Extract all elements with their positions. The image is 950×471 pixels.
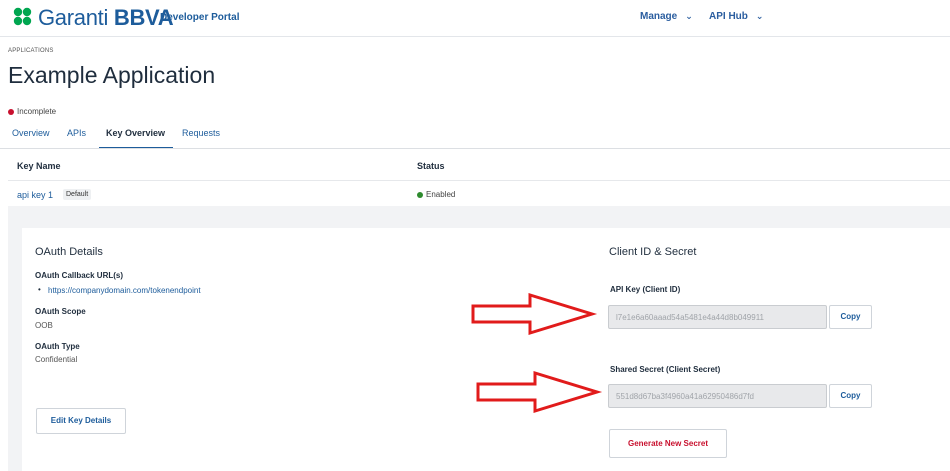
- brand-name[interactable]: Garanti BBVA: [38, 5, 174, 31]
- brand-part-garanti: Garanti: [38, 5, 109, 30]
- top-header: Garanti BBVA Developer Portal Manage ⌄ AP…: [0, 0, 950, 37]
- client-id-secret-heading: Client ID & Secret: [609, 246, 697, 258]
- key-status: Enabled: [417, 190, 455, 199]
- oauth-callback-label: OAuth Callback URL(s): [35, 271, 124, 280]
- tab-key-overview[interactable]: Key Overview: [106, 128, 165, 138]
- oauth-scope-label: OAuth Scope: [35, 307, 86, 316]
- oauth-callback-url[interactable]: https://companydomain.com/tokenendpoint: [48, 286, 201, 295]
- status-dot-icon: [8, 108, 14, 115]
- api-key-label: API Key (Client ID): [610, 285, 681, 294]
- oauth-scope-value: OOB: [35, 321, 53, 330]
- copy-shared-secret-button[interactable]: Copy: [829, 384, 872, 408]
- table-divider: [8, 180, 950, 181]
- oauth-details-heading: OAuth Details: [35, 246, 103, 258]
- shared-secret-label: Shared Secret (Client Secret): [610, 365, 721, 374]
- nav-manage[interactable]: Manage ⌄: [640, 11, 693, 22]
- status-indicator: Incomplete: [8, 107, 56, 116]
- annotation-arrow-icon: [471, 292, 598, 336]
- enabled-dot-icon: [417, 191, 423, 198]
- tab-apis[interactable]: APIs: [67, 128, 86, 138]
- key-status-text: Enabled: [426, 190, 456, 199]
- chevron-down-icon: ⌄: [685, 11, 693, 21]
- breadcrumb[interactable]: APPLICATIONS: [8, 48, 54, 54]
- key-details-card: [22, 228, 950, 471]
- edit-key-details-button[interactable]: Edit Key Details: [36, 408, 126, 434]
- oauth-type-value: Confidential: [35, 355, 78, 364]
- page-title: Example Application: [8, 62, 216, 88]
- shared-secret-field[interactable]: [608, 384, 827, 408]
- nav-api-hub[interactable]: API Hub ⌄: [709, 11, 763, 22]
- nav-manage-label: Manage: [640, 11, 678, 22]
- nav-api-hub-label: API Hub: [709, 11, 748, 22]
- annotation-arrow-icon: [476, 370, 603, 414]
- garanti-clover-logo-icon[interactable]: [10, 5, 36, 29]
- oauth-type-label: OAuth Type: [35, 342, 80, 351]
- portal-label: Developer Portal: [160, 12, 240, 23]
- bullet-icon: •: [38, 285, 41, 294]
- default-badge: Default: [63, 189, 92, 200]
- generate-new-secret-button[interactable]: Generate New Secret: [609, 429, 727, 458]
- column-header-key-name: Key Name: [17, 161, 61, 171]
- copy-api-key-button[interactable]: Copy: [829, 305, 872, 329]
- tabs-divider: [0, 148, 950, 149]
- api-key-field[interactable]: [608, 305, 827, 329]
- column-header-status: Status: [417, 161, 445, 171]
- chevron-down-icon: ⌄: [755, 11, 764, 21]
- key-name-link[interactable]: api key 1: [17, 190, 53, 200]
- tab-overview[interactable]: Overview: [12, 128, 50, 138]
- tab-requests[interactable]: Requests: [182, 128, 220, 138]
- status-text: Incomplete: [17, 107, 57, 116]
